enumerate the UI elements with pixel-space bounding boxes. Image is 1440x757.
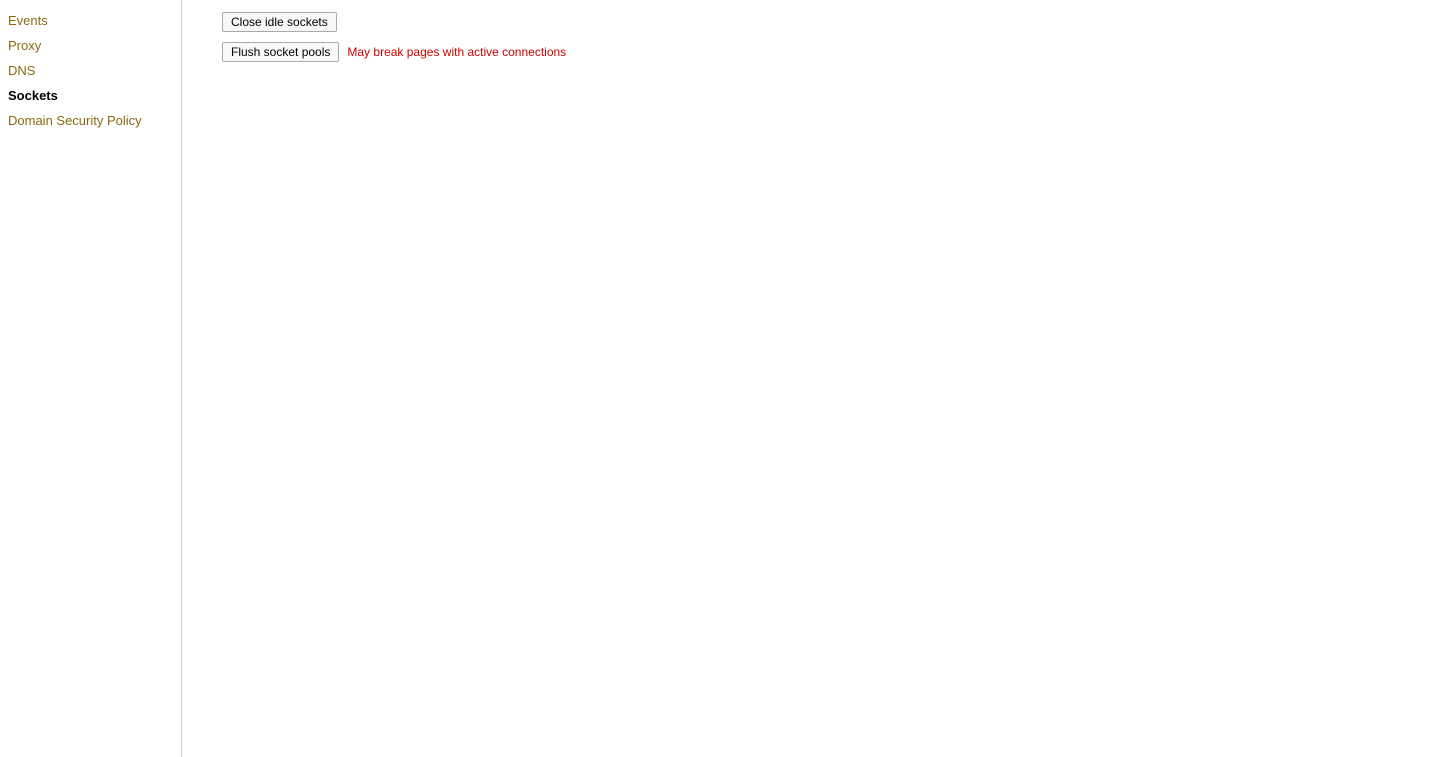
list-item-flush-socket-pools: Flush socket pools May break pages with … <box>222 42 1420 62</box>
list-item-close-idle-sockets: Close idle sockets <box>222 12 1420 32</box>
flush-socket-pools-warning: May break pages with active connections <box>347 45 566 59</box>
main-content: Close idle sockets Flush socket pools Ma… <box>182 0 1440 757</box>
sidebar-item-proxy[interactable]: Proxy <box>0 33 181 58</box>
app-layout: Events Proxy DNS Sockets Domain Security… <box>0 0 1440 757</box>
sidebar-item-domain-security-policy[interactable]: Domain Security Policy <box>0 108 181 133</box>
sidebar-item-dns[interactable]: DNS <box>0 58 181 83</box>
flush-socket-pools-button[interactable]: Flush socket pools <box>222 42 339 62</box>
sidebar-item-events[interactable]: Events <box>0 8 181 33</box>
close-idle-sockets-button[interactable]: Close idle sockets <box>222 12 337 32</box>
action-list: Close idle sockets Flush socket pools Ma… <box>202 12 1420 62</box>
sidebar-item-sockets[interactable]: Sockets <box>0 83 181 108</box>
sidebar: Events Proxy DNS Sockets Domain Security… <box>0 0 182 757</box>
